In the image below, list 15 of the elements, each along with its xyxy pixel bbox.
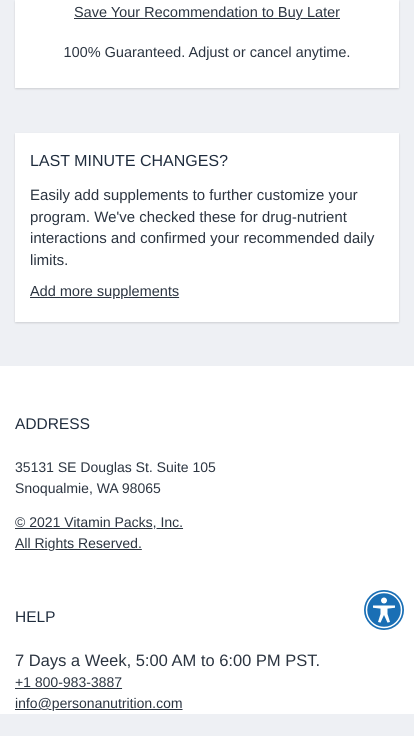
section-heading: LAST MINUTE CHANGES? bbox=[30, 152, 228, 172]
footer-link[interactable]: All Rights Reserved. bbox=[15, 533, 142, 554]
footer-link[interactable]: info@personanutrition.com bbox=[15, 693, 183, 714]
address-line: 35131 SE Douglas St. Suite 105 bbox=[15, 458, 216, 477]
description-text: Easily add supplements to further customize your program. We've checked these for drug-nutrient interactions and confirmed your recommended daily limits. bbox=[30, 186, 376, 270]
add-supplements-link[interactable]: Add more supplements bbox=[30, 282, 180, 302]
hours-text: 7 Days a Week, 5:00 AM to 6:00 PM PST. bbox=[15, 651, 320, 672]
accessibility-icon[interactable] bbox=[364, 590, 404, 630]
footer-link[interactable]: +1 800-983-3887 bbox=[15, 672, 122, 693]
footer-heading: HELP bbox=[15, 608, 56, 628]
save-link[interactable]: Save Your Recommendation to Buy Later bbox=[74, 3, 340, 23]
guarantee-text: 100% Guaranteed. Adjust or cancel anytime. bbox=[64, 44, 350, 63]
footer-link[interactable]: © 2021 Vitamin Packs, Inc. bbox=[15, 512, 184, 533]
address-line: Snoqualmie, WA 98065 bbox=[15, 479, 161, 498]
footer-heading: ADDRESS bbox=[15, 415, 90, 435]
